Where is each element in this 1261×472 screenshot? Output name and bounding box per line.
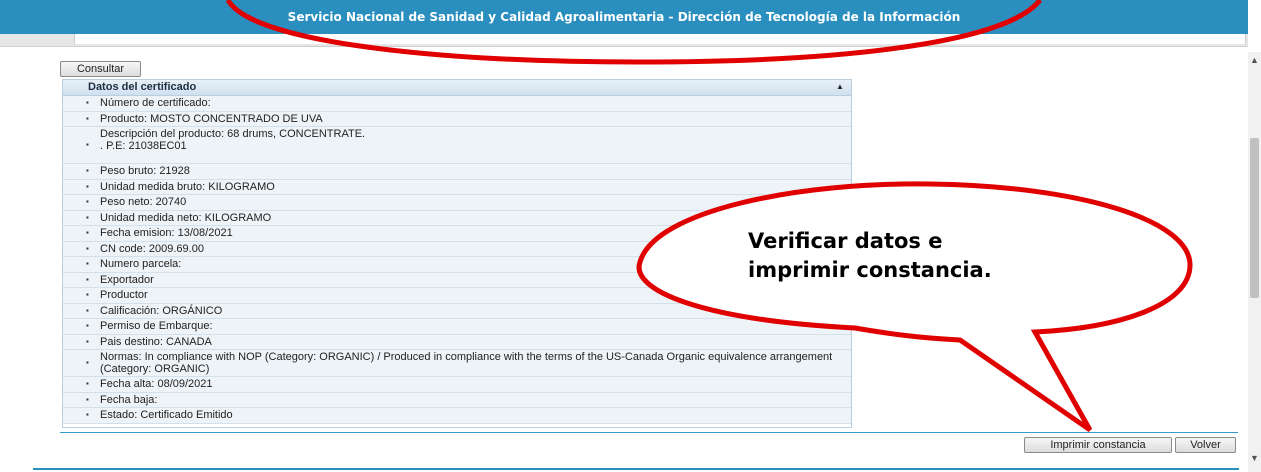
bullet-icon: ▪	[86, 98, 89, 108]
bullet-icon: ▪	[86, 228, 89, 238]
row-permiso-embarque: ▪ Permiso de Embarque:	[63, 319, 851, 335]
scroll-down-icon[interactable]: ▼	[1248, 452, 1261, 464]
row-exportador: ▪ Exportador	[63, 272, 851, 288]
row-text: Calificación: ORGÁNICO	[100, 304, 223, 317]
bullet-icon: ▪	[86, 321, 89, 331]
row-text: Exportador	[100, 273, 154, 286]
row-peso-bruto: ▪ Peso bruto: 21928	[63, 164, 851, 180]
row-pais-destino: ▪ Pais destino: CANADA	[63, 334, 851, 350]
row-normas: ▪ Normas: In compliance with NOP (Categor…	[63, 350, 851, 377]
bullet-icon: ▪	[86, 410, 89, 420]
bullet-icon: ▪	[86, 166, 89, 176]
row-peso-neto: ▪ Peso neto: 20740	[63, 195, 851, 211]
row-estado: ▪ Estado: Certificado Emitido	[63, 408, 851, 424]
footer-line	[33, 468, 1239, 470]
row-productor: ▪ Productor	[63, 288, 851, 304]
callout-line-1: Verificar datos e	[748, 229, 943, 253]
divider-line	[60, 432, 1238, 433]
row-text: Descripción del producto: 68 drums, CONC…	[100, 128, 366, 152]
row-text: Fecha baja:	[100, 393, 158, 406]
row-fecha-baja: ▪ Fecha baja:	[63, 392, 851, 408]
row-producto: ▪ Producto: MOSTO CONCENTRADO DE UVA	[63, 111, 851, 127]
row-calificacion: ▪ Calificación: ORGÁNICO	[63, 303, 851, 319]
imprimir-constancia-button[interactable]: Imprimir constancia	[1024, 437, 1172, 453]
row-text: Peso neto: 20740	[100, 196, 187, 208]
bullet-icon: ▪	[86, 379, 89, 389]
callout-line-2: imprimir constancia.	[748, 258, 992, 282]
panel-title: Datos del certificado	[88, 81, 197, 93]
row-unidad-bruto: ▪ Unidad medida bruto: KILOGRAMO	[63, 179, 851, 195]
row-text: Peso bruto: 21928	[100, 165, 190, 177]
header-subbar	[0, 34, 1248, 47]
bullet-icon: ▪	[86, 140, 89, 149]
callout-text: Verificar datos e imprimir constancia.	[748, 227, 1068, 285]
bullet-icon: ▪	[86, 394, 89, 404]
certificate-panel: Datos del certificado ▲ ▪ Número de certi…	[62, 79, 852, 428]
row-text: Unidad medida bruto: KILOGRAMO	[100, 180, 275, 193]
row-text: Numero parcela:	[100, 258, 182, 270]
row-numero-certificado: ▪ Número de certificado:	[63, 96, 851, 112]
bullet-icon: ▪	[86, 259, 89, 269]
header-subbar-inner	[74, 34, 1246, 44]
row-text: Permiso de Embarque:	[100, 320, 213, 332]
header-title: Servicio Nacional de Sanidad y Calidad A…	[287, 10, 961, 24]
row-text: Producto: MOSTO CONCENTRADO DE UVA	[100, 112, 323, 125]
bullet-icon: ▪	[86, 274, 89, 284]
header-bar: Servicio Nacional de Sanidad y Calidad A…	[0, 0, 1248, 34]
bullet-icon: ▪	[86, 290, 89, 300]
row-text: Unidad medida neto: KILOGRAMO	[100, 211, 272, 224]
vertical-scrollbar[interactable]: ▲ ▼	[1248, 52, 1261, 472]
bullet-icon: ▪	[86, 197, 89, 207]
scroll-thumb[interactable]	[1250, 138, 1259, 298]
bullet-icon: ▪	[86, 181, 89, 191]
row-fecha-emision: ▪ Fecha emision: 13/08/2021	[63, 226, 851, 242]
row-text: Número de certificado:	[100, 97, 211, 109]
bullet-icon: ▪	[86, 243, 89, 253]
panel-header[interactable]: Datos del certificado ▲	[63, 80, 851, 96]
row-text: CN code: 2009.69.00	[100, 242, 204, 255]
row-text: Pais destino: CANADA	[100, 335, 212, 348]
collapse-icon[interactable]: ▲	[836, 82, 845, 91]
row-fecha-alta: ▪ Fecha alta: 08/09/2021	[63, 377, 851, 393]
consultar-button[interactable]: Consultar	[60, 61, 141, 77]
bullet-icon: ▪	[86, 336, 89, 346]
row-unidad-neto: ▪ Unidad medida neto: KILOGRAMO	[63, 210, 851, 226]
row-numero-parcela: ▪ Numero parcela:	[63, 257, 851, 273]
row-descripcion: ▪ Descripción del producto: 68 drums, CON…	[63, 127, 851, 164]
row-text: Productor	[100, 289, 148, 301]
volver-button[interactable]: Volver	[1175, 437, 1236, 453]
row-cn-code: ▪ CN code: 2009.69.00	[63, 241, 851, 257]
bullet-icon: ▪	[86, 358, 89, 367]
row-text: Fecha alta: 08/09/2021	[100, 378, 213, 390]
row-text: Fecha emision: 13/08/2021	[100, 227, 233, 239]
row-text: Estado: Certificado Emitido	[100, 409, 233, 421]
bullet-icon: ▪	[86, 212, 89, 222]
row-text: Normas: In compliance with NOP (Category…	[100, 351, 833, 375]
scroll-up-icon[interactable]: ▲	[1248, 54, 1261, 66]
bullet-icon: ▪	[86, 305, 89, 315]
bullet-icon: ▪	[86, 113, 89, 123]
